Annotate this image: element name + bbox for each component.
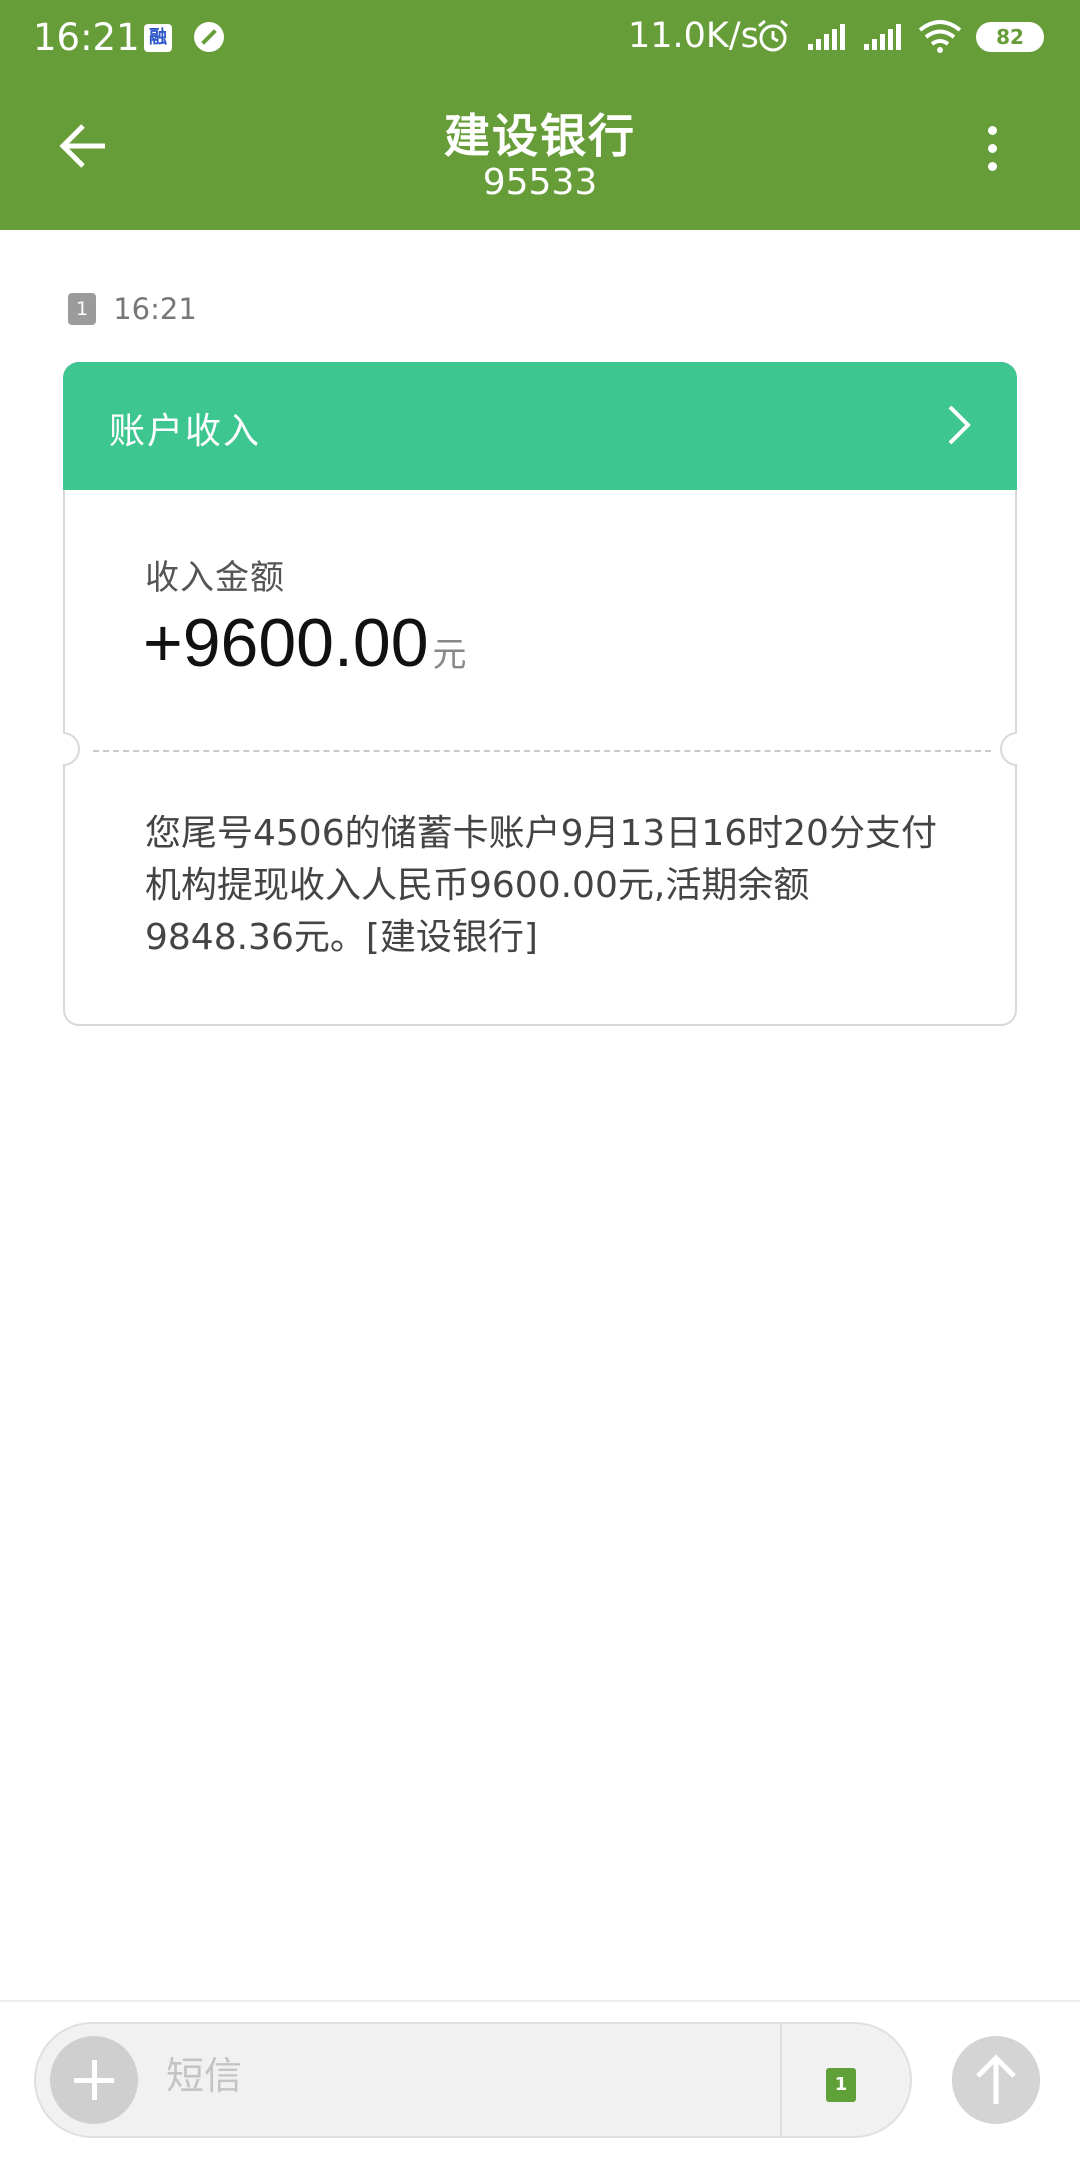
alarm-icon — [758, 19, 788, 52]
contact-number: 95533 — [482, 162, 598, 203]
amount-label: 收入金额 — [145, 558, 285, 598]
send-arrow-up-icon[interactable] — [952, 2036, 1040, 2124]
plus-icon[interactable] — [50, 2036, 138, 2124]
dashed-divider — [93, 750, 991, 752]
card-header[interactable]: 账户收入 — [63, 362, 1017, 490]
sim-select-icon[interactable]: 1 — [826, 2068, 856, 2102]
sim-card-icon: 1 — [68, 293, 96, 325]
signal-icon-2 — [864, 24, 901, 50]
amount-value: +9600.00 元 — [143, 604, 467, 682]
transaction-card[interactable]: 账户收入 收入金额 +9600.00 元 您尾号4506的储蓄卡账户9月13日16… — [63, 362, 1017, 1026]
battery-icon: 82 — [976, 22, 1044, 52]
top-bar: 16:21 融 11.0K/s 82 建设银行 95533 — [0, 0, 1080, 230]
message-time: 16:21 — [113, 292, 197, 326]
wifi-icon — [918, 20, 962, 53]
card-notch-right — [1000, 732, 1017, 766]
amount-number: +9600.00 — [143, 605, 429, 681]
chevron-right-icon — [948, 405, 971, 445]
bottom-divider — [0, 2000, 1080, 2002]
card-notch-left — [63, 732, 80, 766]
status-bar: 16:21 融 11.0K/s 82 — [0, 0, 1080, 78]
notification-app-icon: 融 — [144, 24, 172, 52]
message-input[interactable] — [166, 2054, 766, 2098]
conversation-header: 建设银行 95533 — [0, 78, 1080, 230]
amount-unit: 元 — [432, 636, 467, 674]
message-body: 您尾号4506的储蓄卡账户9月13日16时20分支付机构提现收入人民币9600.… — [145, 813, 937, 958]
card-title: 账户收入 — [109, 411, 262, 452]
more-vert-icon[interactable] — [980, 126, 1004, 174]
compose-bar: 1 — [34, 2022, 912, 2138]
status-time: 16:21 — [33, 16, 140, 59]
network-speed: 11.0K/s — [628, 16, 759, 56]
do-not-disturb-icon — [194, 22, 224, 52]
contact-name: 建设银行 — [444, 109, 636, 163]
signal-icon — [808, 24, 845, 50]
compose-separator — [780, 2024, 782, 2136]
message-meta: 1 16:21 — [68, 290, 197, 326]
